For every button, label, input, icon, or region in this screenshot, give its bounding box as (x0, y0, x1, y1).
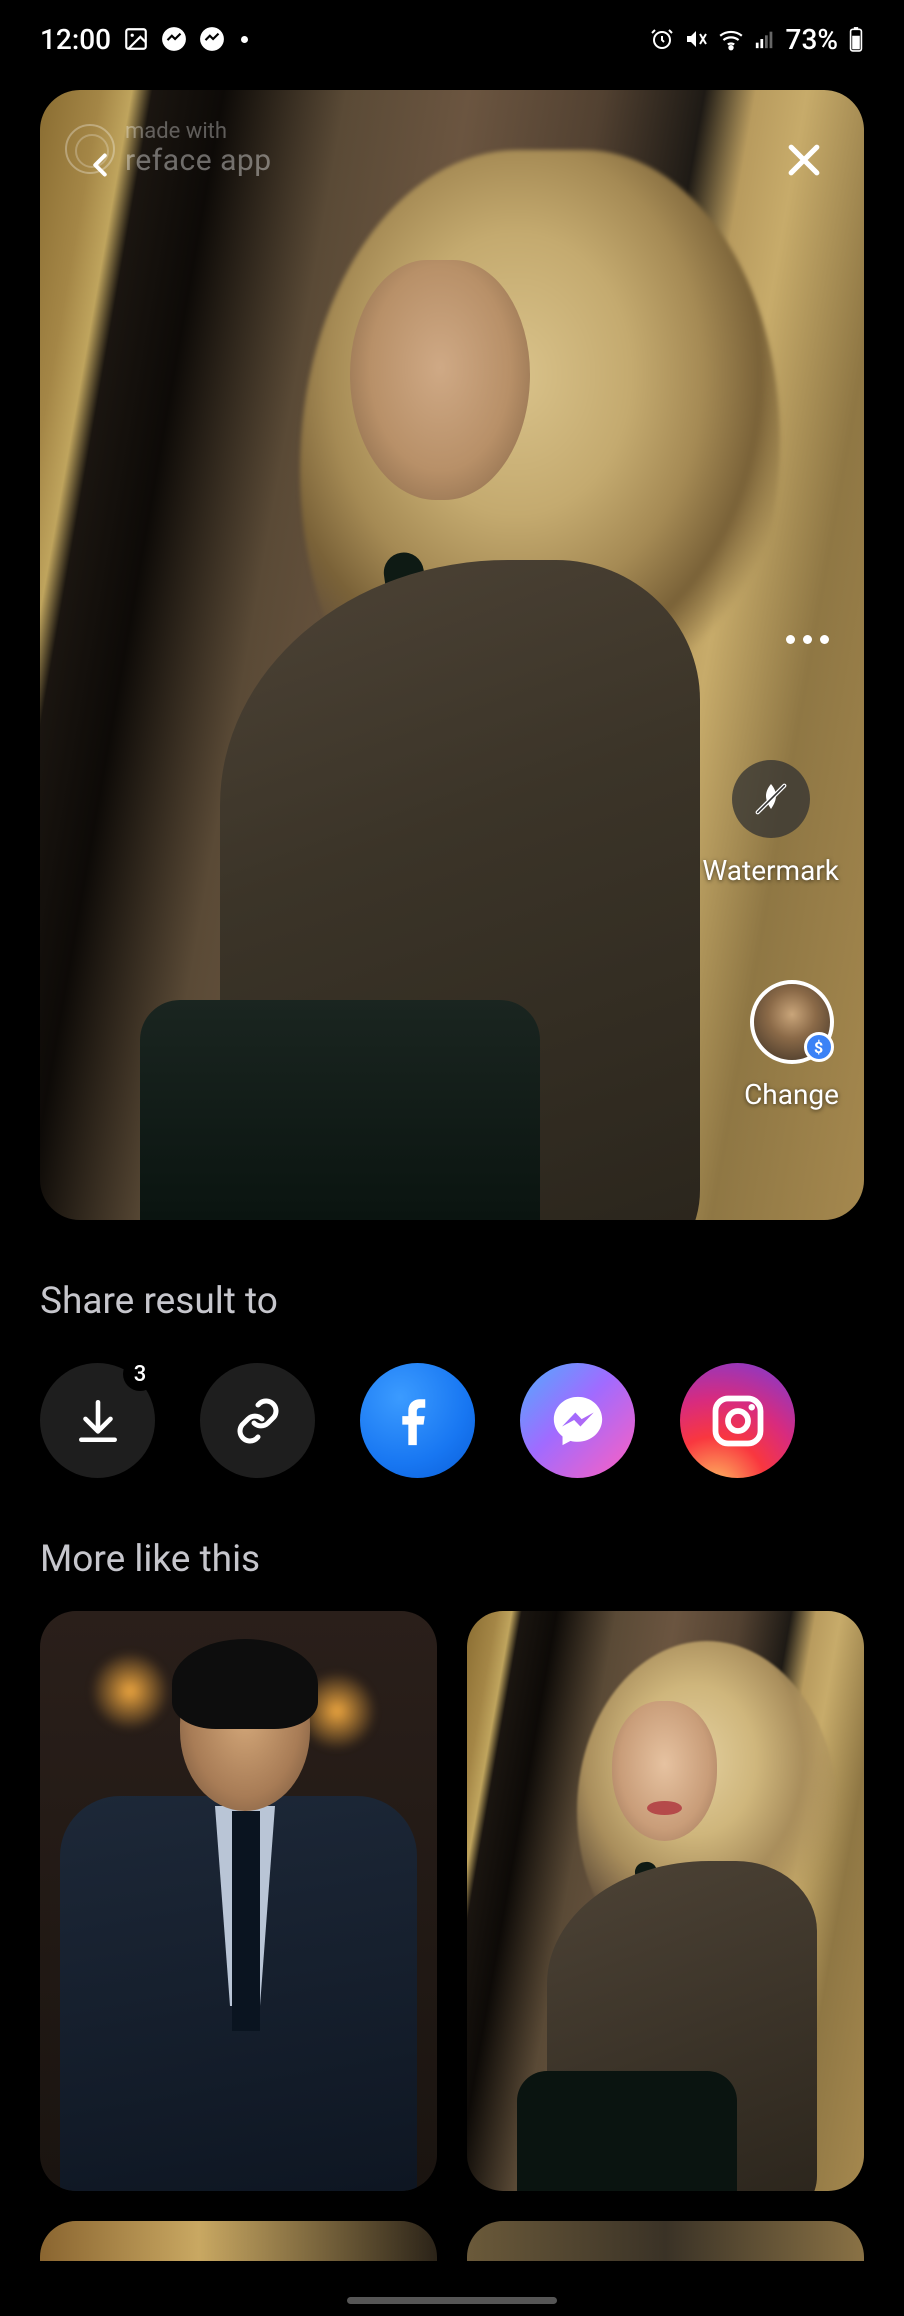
messenger-icon (549, 1392, 607, 1450)
facebook-icon (389, 1392, 447, 1450)
battery-percent: 73% (786, 23, 838, 56)
messenger-share-button[interactable] (520, 1363, 635, 1478)
image-content (232, 1811, 260, 2031)
signal-icon (754, 28, 776, 50)
dot-icon (820, 635, 829, 644)
more-title: More like this (40, 1538, 864, 1581)
battery-icon (848, 26, 864, 52)
download-count-badge: 3 (123, 1357, 157, 1391)
chevron-left-icon (81, 146, 119, 184)
mute-icon (684, 27, 708, 51)
status-bar: 12:00 73% (0, 0, 904, 70)
result-image[interactable]: made with reface app Watermark $ Change (40, 90, 864, 1220)
image-content (612, 1701, 717, 1841)
dot-icon (803, 635, 812, 644)
suggestion-thumbnail[interactable] (467, 2221, 864, 2261)
download-button[interactable]: 3 (40, 1363, 155, 1478)
watermark-off-icon (751, 779, 791, 819)
instagram-share-button[interactable] (680, 1363, 795, 1478)
dot-icon (786, 635, 795, 644)
close-button[interactable] (774, 130, 834, 190)
image-content (350, 260, 530, 500)
more-like-this-section: More like this (40, 1538, 864, 2261)
suggestion-thumbnail[interactable] (40, 2221, 437, 2261)
more-grid (40, 1611, 864, 2191)
messenger-notif-icon (161, 26, 187, 52)
wifi-icon (718, 26, 744, 52)
messenger-notif-icon-2 (199, 26, 225, 52)
link-icon (234, 1397, 282, 1445)
suggestion-thumbnail[interactable] (467, 1611, 864, 2191)
more-grid-row-2 (40, 2221, 864, 2261)
share-title: Share result to (40, 1280, 864, 1323)
alarm-icon (650, 27, 674, 51)
share-row: 3 (40, 1363, 864, 1478)
watermark-text: made with reface app (125, 120, 272, 177)
watermark-line1: made with (125, 120, 272, 144)
close-icon (782, 138, 826, 182)
image-content (90, 1651, 170, 1731)
status-left: 12:00 (40, 23, 248, 56)
change-label: Change (744, 1078, 839, 1111)
image-content (517, 2071, 737, 2191)
back-button[interactable] (65, 130, 135, 200)
share-section: Share result to 3 (40, 1280, 864, 1478)
watermark-icon-bg (732, 760, 810, 838)
facebook-share-button[interactable] (360, 1363, 475, 1478)
nav-home-indicator[interactable] (347, 2297, 557, 2304)
watermark-line2: reface app (125, 144, 272, 177)
image-content (140, 1000, 540, 1220)
suggestion-thumbnail[interactable] (40, 1611, 437, 2191)
watermark-label: Watermark (702, 854, 839, 887)
more-notif-dot (241, 36, 248, 43)
image-content (647, 1801, 682, 1815)
premium-badge-icon: $ (804, 1032, 834, 1062)
status-time: 12:00 (40, 23, 111, 56)
download-icon (73, 1396, 123, 1446)
image-content (172, 1639, 318, 1729)
copy-link-button[interactable] (200, 1363, 315, 1478)
gallery-icon (123, 26, 149, 52)
face-avatar: $ (750, 980, 834, 1064)
status-right: 73% (650, 23, 864, 56)
instagram-icon (708, 1391, 768, 1451)
more-options-button[interactable] (786, 635, 829, 644)
change-face-button[interactable]: $ Change (744, 980, 839, 1111)
watermark-toggle[interactable]: Watermark (702, 760, 839, 887)
